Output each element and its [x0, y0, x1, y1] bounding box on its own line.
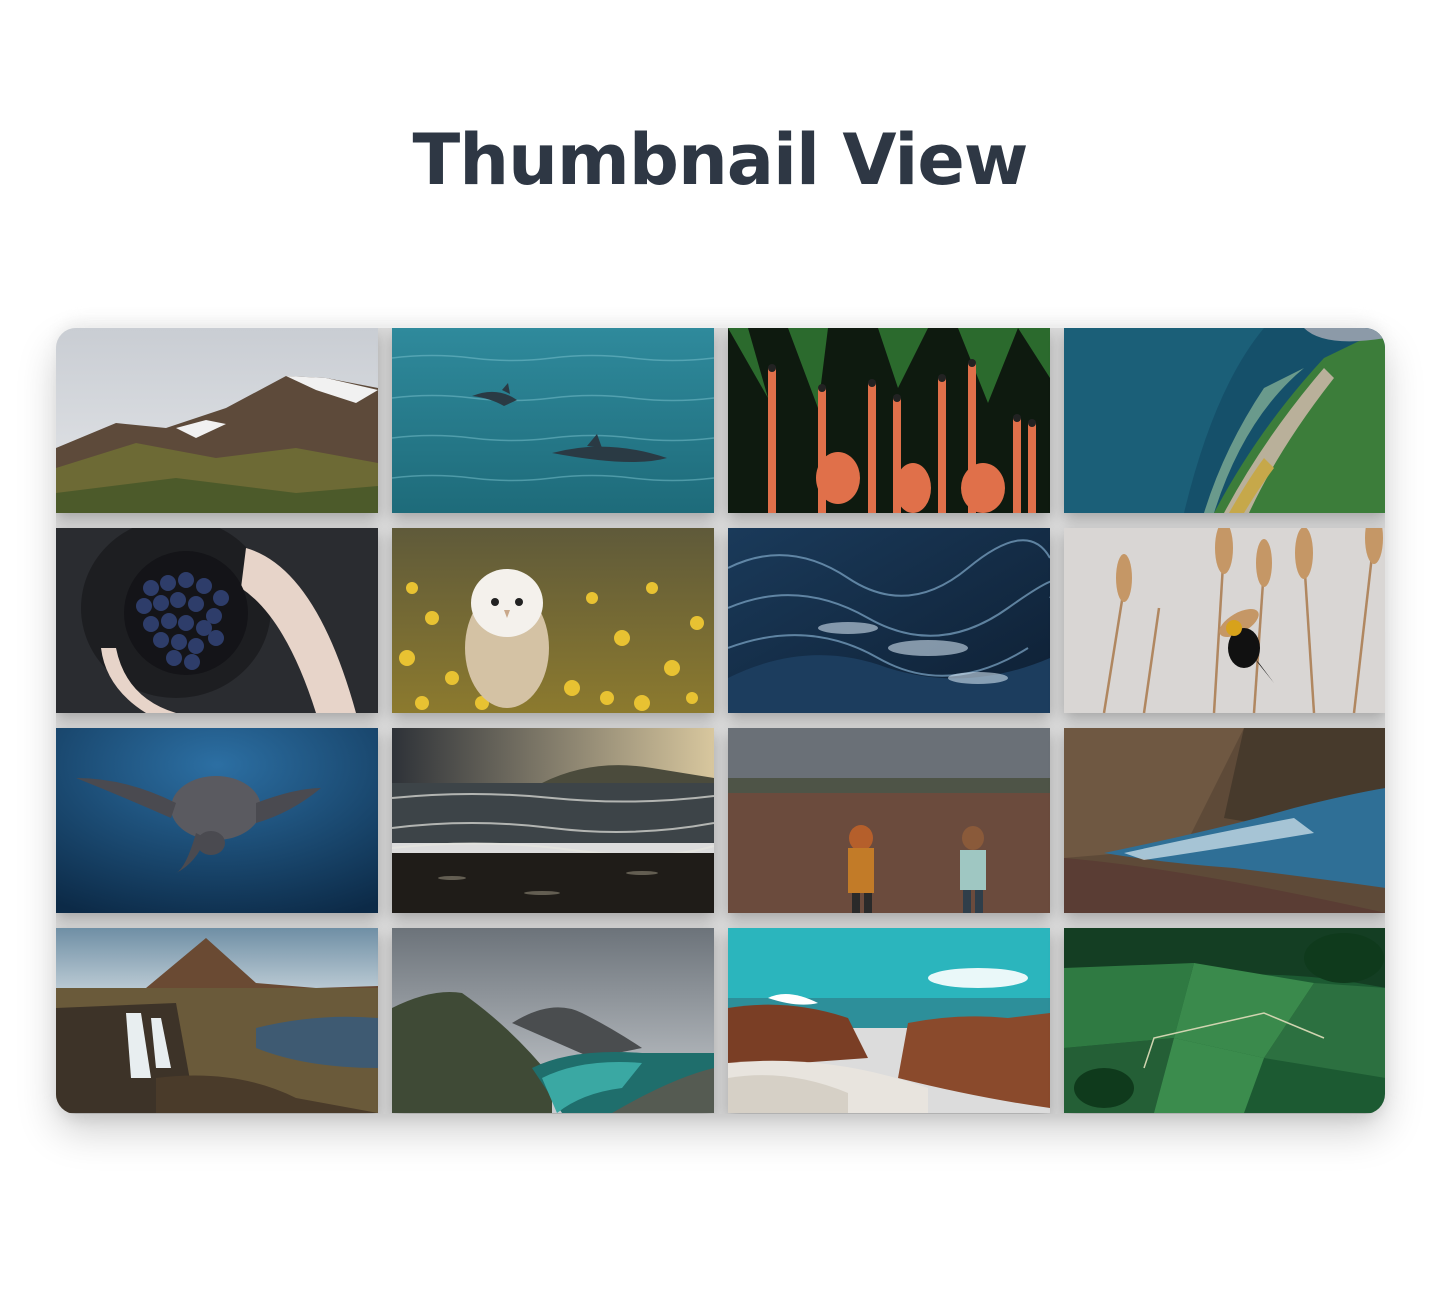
grapes-bowl-image	[56, 528, 378, 713]
green-fields-image	[1064, 928, 1385, 1113]
page-title: Thumbnail View	[412, 119, 1029, 201]
thumbnail-beach-sunset[interactable]	[392, 728, 714, 913]
sea-turtle-image	[56, 728, 378, 913]
flamingos-image	[728, 328, 1050, 513]
thumbnail-snowy-mountains[interactable]	[56, 328, 378, 513]
thumbnail-bird-reeds[interactable]	[1064, 528, 1385, 713]
thumbnail-grapes-bowl[interactable]	[56, 528, 378, 713]
thumbnail-waterfall-mountain[interactable]	[56, 928, 378, 1113]
thumbnail-ocean-waves[interactable]	[728, 528, 1050, 713]
dolphins-ocean-image	[392, 328, 714, 513]
thumbnail-fjord-beach[interactable]	[392, 928, 714, 1113]
fjord-beach-image	[392, 928, 714, 1113]
owl-flowers-image	[392, 528, 714, 713]
rocky-shore-image	[728, 928, 1050, 1113]
aerial-coastline-image	[1064, 328, 1385, 513]
ocean-waves-image	[728, 528, 1050, 713]
thumbnail-cliff-sea[interactable]	[1064, 728, 1385, 913]
thumbnail-flamingos[interactable]	[728, 328, 1050, 513]
waterfall-mountain-image	[56, 928, 378, 1113]
snowy-mountains-image	[56, 328, 378, 513]
thumbnail-rocky-shore[interactable]	[728, 928, 1050, 1113]
thumbnail-children-field[interactable]	[728, 728, 1050, 913]
thumbnail-gallery	[56, 328, 1385, 1114]
thumbnail-dolphins-ocean[interactable]	[392, 328, 714, 513]
thumbnail-aerial-coastline[interactable]	[1064, 328, 1385, 513]
beach-sunset-image	[392, 728, 714, 913]
thumbnail-green-fields[interactable]	[1064, 928, 1385, 1113]
children-field-image	[728, 728, 1050, 913]
cliff-sea-image	[1064, 728, 1385, 913]
thumbnail-sea-turtle[interactable]	[56, 728, 378, 913]
bird-reeds-image	[1064, 528, 1385, 713]
thumbnail-owl-flowers[interactable]	[392, 528, 714, 713]
